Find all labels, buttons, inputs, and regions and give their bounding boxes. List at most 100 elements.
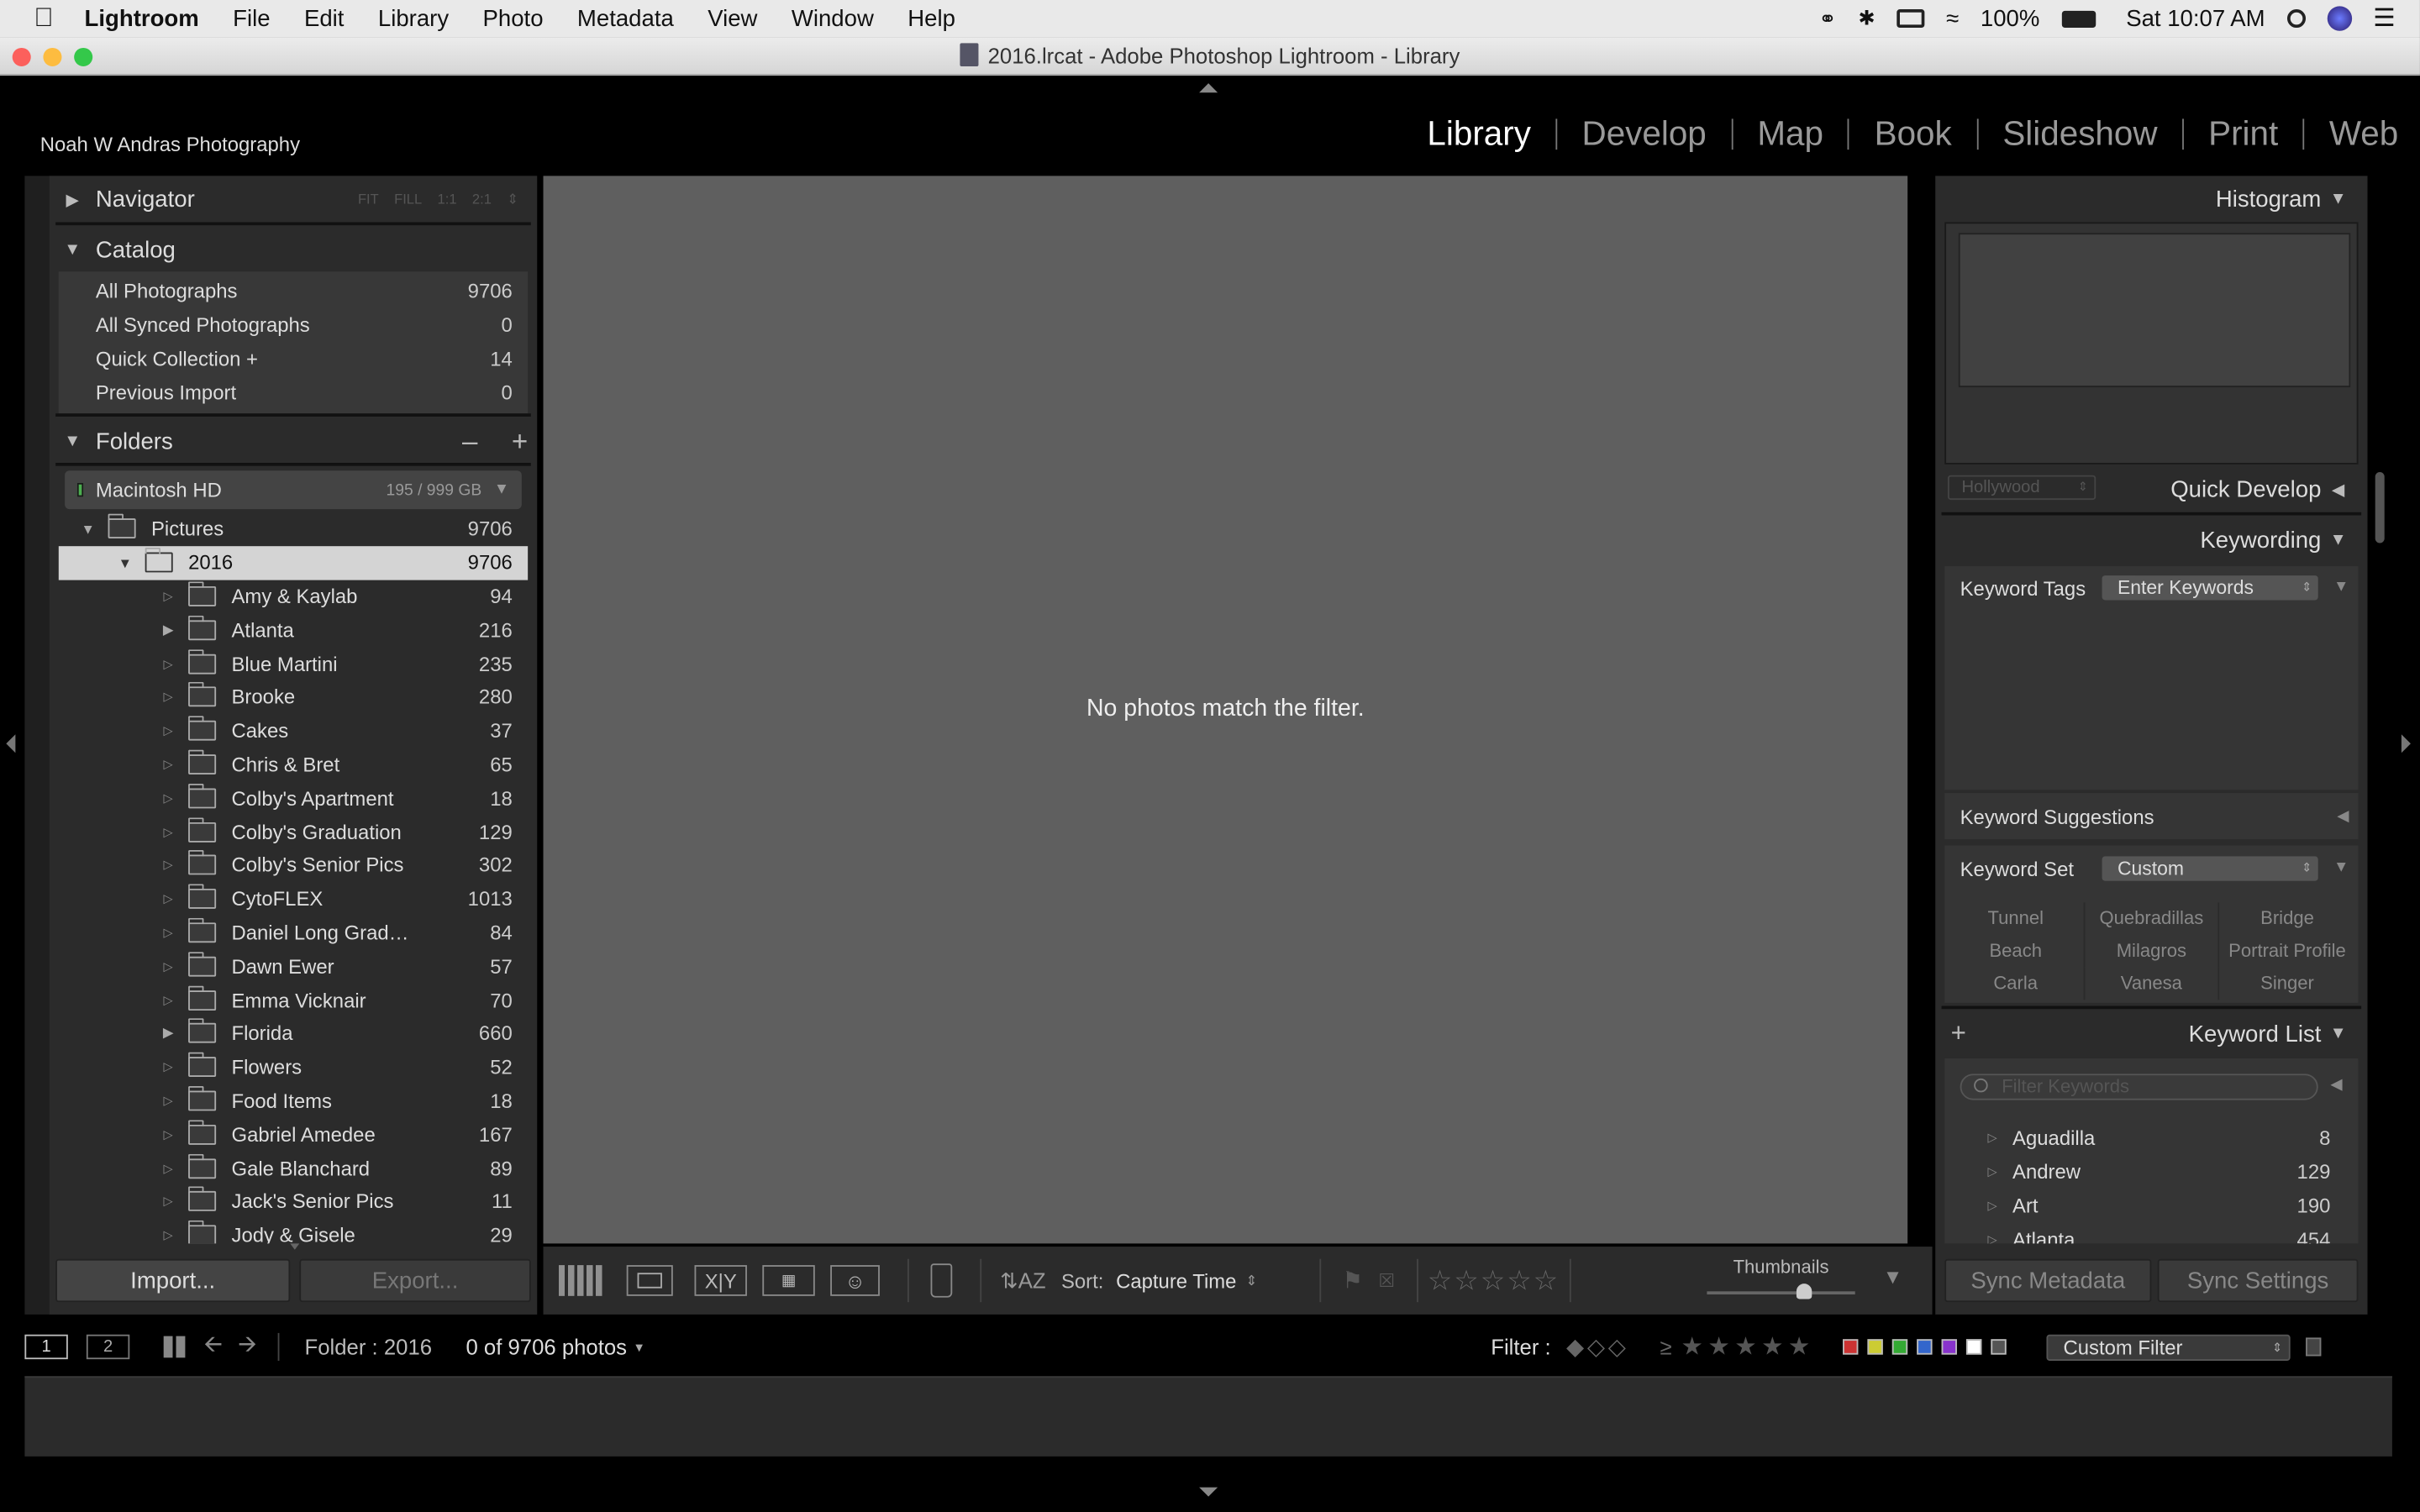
expand-triangle-icon[interactable]: ▷: [1985, 1232, 2000, 1243]
survey-view-icon[interactable]: ▦: [762, 1265, 815, 1296]
menu-file[interactable]: File: [233, 5, 270, 31]
right-scrollbar[interactable]: [2375, 472, 2385, 543]
wifi-icon[interactable]: ≈: [1946, 5, 1959, 31]
expand-triangle-icon[interactable]: ▷: [1985, 1199, 2000, 1213]
flag-reject-icon[interactable]: ☒: [1378, 1270, 1395, 1292]
left-panel-edge-arrow[interactable]: [6, 734, 16, 753]
main-window-button[interactable]: 1: [24, 1334, 68, 1360]
folder-item[interactable]: ▷ Gabriel Amedee 167: [59, 1117, 528, 1151]
folder-item[interactable]: ▷ Amy & Kaylab 94: [59, 580, 528, 613]
collapse-top-panel-arrow[interactable]: [1199, 83, 1218, 93]
keyword-set-item[interactable]: Milagros: [2083, 935, 2220, 968]
menu-window[interactable]: Window: [792, 5, 874, 31]
keyword-set-item[interactable]: Carla: [1948, 968, 2084, 1000]
sync-settings-button[interactable]: Sync Settings: [2157, 1258, 2359, 1303]
catalog-item-all-synced[interactable]: All Synced Photographs 0: [59, 308, 528, 342]
expand-indicator-icon[interactable]: ▷: [160, 858, 176, 873]
filter-options-icon[interactable]: ◀: [2330, 1077, 2342, 1094]
module-book[interactable]: Book: [1862, 114, 1965, 155]
sort-stepper-icon[interactable]: ⇕: [1245, 1272, 1257, 1289]
zoom-stepper-icon[interactable]: ⇕: [507, 191, 518, 207]
collapse-triangle-icon[interactable]: ▼: [2321, 1025, 2354, 1043]
expand-indicator-icon[interactable]: ▷: [160, 1060, 176, 1074]
custom-filter-select[interactable]: Custom Filter ⇕: [2046, 1333, 2291, 1361]
minimize-window-button[interactable]: [43, 47, 62, 66]
filter-keywords-input[interactable]: Filter Keywords: [1960, 1074, 2318, 1100]
custom-label-swatch[interactable]: [1965, 1339, 1982, 1355]
expand-triangle-icon[interactable]: ◀: [2321, 479, 2354, 499]
expand-triangle-icon[interactable]: ▷: [1985, 1131, 2000, 1146]
flag-pick-icon[interactable]: ⚑: [1342, 1267, 1363, 1294]
menu-photo[interactable]: Photo: [483, 5, 544, 31]
folder-item[interactable]: ▷ Flowers 52: [59, 1050, 528, 1084]
grid-view-icon[interactable]: [163, 1336, 186, 1358]
expand-triangle-icon[interactable]: ▶: [160, 622, 176, 638]
folder-item[interactable]: ▷ Jack's Senior Pics 11: [59, 1184, 528, 1218]
export-button[interactable]: Export...: [299, 1258, 531, 1303]
folder-item[interactable]: ▷ Daniel Long Grad… 84: [59, 916, 528, 949]
blue-label-swatch[interactable]: [1917, 1339, 1933, 1355]
collapse-triangle-icon[interactable]: ▼: [55, 241, 89, 260]
add-keyword-button[interactable]: +: [1951, 1018, 1966, 1049]
filmstrip[interactable]: [24, 1376, 2392, 1457]
quick-develop-header[interactable]: Quick Develop ◀: [2105, 466, 2355, 512]
keyword-tags-area[interactable]: Keyword Tags Enter Keywords ⇕ ▼: [1944, 566, 2359, 790]
folder-item[interactable]: ▷ Colby's Graduation 129: [59, 815, 528, 848]
collapse-triangle-icon[interactable]: ▼: [2321, 190, 2354, 208]
quick-develop-preset-select[interactable]: Hollywood ⇕: [1947, 475, 2096, 501]
collapse-triangle-icon[interactable]: ▼: [2321, 531, 2354, 549]
keyword-set-menu-icon[interactable]: ▼: [2333, 859, 2349, 876]
collapse-triangle-icon[interactable]: ▼: [118, 555, 133, 570]
keyword-set-item[interactable]: Vanesa: [2083, 967, 2220, 1000]
zoom-fit[interactable]: FIT: [358, 191, 379, 207]
module-print[interactable]: Print: [2196, 114, 2290, 155]
yellow-label-swatch[interactable]: [1867, 1339, 1883, 1355]
expand-triangle-icon[interactable]: ▶: [160, 1025, 176, 1042]
folder-item[interactable]: ▷ Blue Martini 235: [59, 647, 528, 680]
volume-macintosh-hd[interactable]: Macintosh HD 195 / 999 GB ▼: [65, 470, 522, 510]
keyword-set-item[interactable]: Portrait Profile: [2219, 935, 2355, 968]
close-window-button[interactable]: [12, 47, 31, 66]
expand-triangle-icon[interactable]: ◀: [2337, 808, 2349, 825]
menu-clock[interactable]: Sat 10:07 AM: [2126, 5, 2265, 31]
keyword-tags-select[interactable]: Enter Keywords ⇕: [2102, 575, 2318, 601]
keyword-set-select[interactable]: Custom ⇕: [2102, 856, 2318, 881]
catalog-item-quick-collection[interactable]: Quick Collection + 14: [59, 342, 528, 375]
compare-view-icon[interactable]: X|Y: [694, 1265, 747, 1296]
toolbar-options-chevron-icon[interactable]: ▼: [1883, 1265, 1903, 1289]
expand-indicator-icon[interactable]: ▷: [160, 724, 176, 738]
module-slideshow[interactable]: Slideshow: [1991, 114, 2170, 155]
secondary-window-button[interactable]: 2: [86, 1334, 130, 1360]
folder-item[interactable]: ▷ Gale Blanchard 89: [59, 1151, 528, 1184]
folder-item[interactable]: ▷ Cakes 37: [59, 714, 528, 748]
battery-icon[interactable]: [2061, 9, 2096, 28]
menu-app[interactable]: Lightroom: [85, 5, 199, 31]
keyword-set-item[interactable]: Bridge: [2219, 902, 2355, 935]
folder-item[interactable]: ▷ Colby's Senior Pics 302: [59, 848, 528, 882]
zoom-window-button[interactable]: [74, 47, 93, 66]
expand-indicator-icon[interactable]: ▷: [160, 993, 176, 1007]
zoom-2-1[interactable]: 2:1: [472, 191, 492, 207]
next-arrow-icon[interactable]: 🡪: [238, 1327, 256, 1366]
expand-indicator-icon[interactable]: ▷: [160, 825, 176, 839]
dropdown-arrow-icon[interactable]: ▼: [633, 1340, 645, 1354]
folder-pictures[interactable]: ▼ Pictures 9706: [59, 512, 528, 546]
zoom-fill[interactable]: FILL: [394, 191, 422, 207]
catalog-header[interactable]: ▼ Catalog: [55, 227, 531, 273]
slider-thumb[interactable]: [1796, 1284, 1812, 1299]
menu-library[interactable]: Library: [378, 5, 449, 31]
module-library[interactable]: Library: [1415, 114, 1544, 155]
remove-folder-button[interactable]: –: [462, 425, 477, 458]
collapse-triangle-icon[interactable]: ▼: [55, 432, 89, 450]
keyword-item[interactable]: ▷ Art 190: [1944, 1189, 2358, 1222]
folder-item[interactable]: ▶ Atlanta 216: [59, 613, 528, 647]
expand-indicator-icon[interactable]: ▷: [160, 758, 176, 772]
spotlight-search-icon[interactable]: [2286, 9, 2306, 29]
expand-indicator-icon[interactable]: ▷: [160, 690, 176, 705]
notification-center-icon[interactable]: ☰: [2373, 3, 2395, 34]
catalog-item-all-photographs[interactable]: All Photographs 9706: [59, 275, 528, 308]
flag-filter-icons[interactable]: ◆◇◇: [1566, 1333, 1629, 1361]
keyword-item[interactable]: ▷ Andrew 129: [1944, 1155, 2358, 1189]
module-map[interactable]: Map: [1745, 114, 1836, 155]
folder-item[interactable]: ▷ Emma Vicknair 70: [59, 983, 528, 1016]
